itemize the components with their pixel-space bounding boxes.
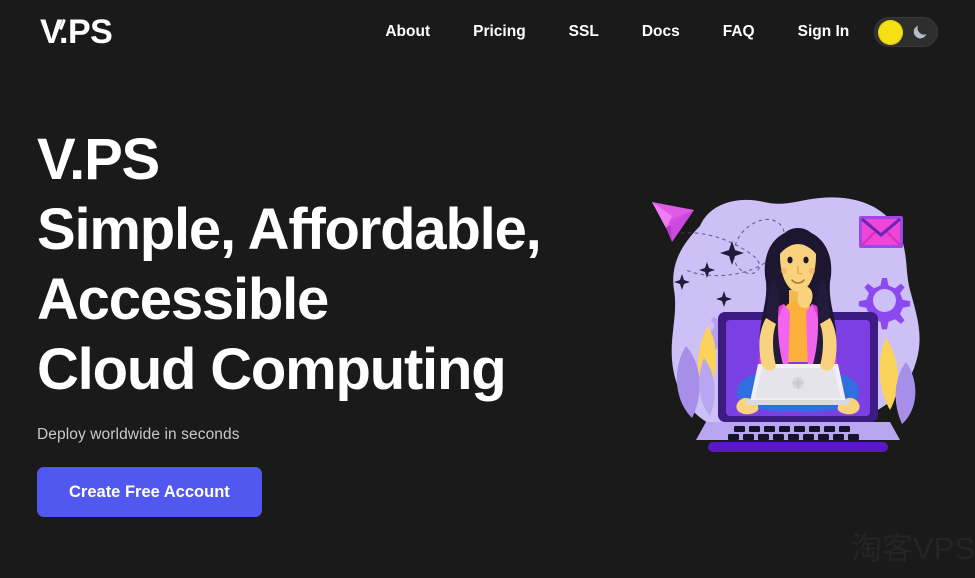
brand-logo[interactable]: V.PS — [40, 13, 113, 51]
nav-item-ssl[interactable]: SSL — [569, 17, 599, 47]
nav-item-sign-in[interactable]: Sign In — [798, 17, 850, 47]
headline-line-3: Accessible — [37, 267, 329, 332]
create-free-account-button[interactable]: Create Free Account — [37, 467, 262, 517]
headline-line-4: Cloud Computing — [37, 337, 507, 402]
nav-item-about[interactable]: About — [385, 17, 430, 47]
headline-line-2: Simple, Affordable, — [37, 197, 542, 262]
site-header: V.PS About Pricing SSL Docs FAQ Sign In — [0, 0, 975, 64]
hero-subtitle: Deploy worldwide in seconds — [37, 426, 240, 443]
brand-logo-text: V.PS — [40, 13, 113, 51]
hero-section: V.PS Simple, Affordable, Accessible Clou… — [37, 125, 637, 517]
watermark-text: 淘客VPS — [850, 531, 975, 566]
nav-item-faq[interactable]: FAQ — [723, 17, 755, 47]
woman-on-laptop-illustration — [648, 186, 948, 461]
main-nav: About Pricing SSL Docs FAQ Sign In — [385, 17, 849, 47]
moon-icon — [908, 20, 932, 44]
page-root: V.PS About Pricing SSL Docs FAQ Sign In … — [0, 0, 975, 578]
headline-line-1: V.PS — [37, 127, 160, 192]
nav-item-docs[interactable]: Docs — [642, 17, 680, 47]
theme-toggle-switch[interactable] — [874, 17, 938, 47]
envelope-icon — [859, 216, 903, 248]
paper-plane-icon — [652, 202, 694, 242]
nav-item-pricing[interactable]: Pricing — [473, 17, 526, 47]
sun-icon — [878, 19, 903, 45]
hero-headline: V.PS Simple, Affordable, Accessible Clou… — [37, 125, 637, 405]
